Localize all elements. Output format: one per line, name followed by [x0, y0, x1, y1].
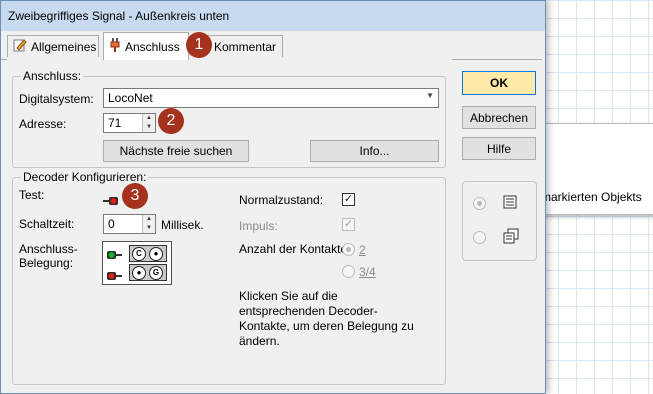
info-button-label: Info... [359, 144, 390, 158]
help-button-label: Hilfe [486, 141, 511, 156]
ok-button[interactable]: OK [462, 71, 536, 95]
digital-system-label: Digitalsystem: [19, 92, 94, 106]
normal-state-label: Normalzustand: [239, 193, 324, 207]
next-free-button[interactable]: Nächste freie suchen [103, 140, 249, 162]
annotation-badge-3: 3 [122, 183, 148, 209]
cancel-button-label: Abbrechen [469, 110, 529, 125]
help-button[interactable]: Hilfe [462, 137, 536, 160]
contacts-option-2-label: 2 [359, 243, 366, 257]
view-mode-radio-list[interactable] [473, 197, 486, 210]
signal-dialog: Zweibegriffiges Signal - Außenkreis unte… [0, 0, 546, 394]
impulse-label: Impuls: [239, 219, 278, 233]
switch-time-label: Schaltzeit: [19, 217, 75, 231]
switch-time-value: 0 [108, 217, 115, 231]
address-value: 71 [108, 116, 122, 130]
pencil-paper-icon [13, 38, 27, 55]
view-mode-radio-copy[interactable] [473, 231, 486, 244]
list-icon [503, 195, 517, 212]
contact-terminal-icon: ● [132, 266, 146, 280]
green-signal-icon [106, 248, 122, 262]
background-popup: markierten Objekts [540, 123, 653, 215]
tab-panel-anschluss: Anschluss: Digitalsystem: LocoNet ▼ Adre… [7, 59, 452, 389]
ok-button-label: OK [490, 76, 508, 90]
decoder-contact-top[interactable]: C ● [129, 245, 167, 262]
assignment-label-line1: Anschluss- [19, 242, 78, 256]
decoder-contact-bottom[interactable]: ● G [129, 264, 167, 281]
contacts-option-3-4-label: 3/4 [359, 265, 376, 279]
background-popup-text: markierten Objekts [541, 190, 642, 204]
test-signal-icon[interactable] [103, 194, 121, 208]
decoder-group-label: Decoder Konfigurieren: [21, 170, 149, 184]
contacts-radio-3-4[interactable] [342, 265, 355, 278]
tab-kommentar-label: Kommentar [214, 39, 277, 54]
contacts-label: Anzahl der Kontakte: [239, 242, 351, 256]
title-bar[interactable]: Zweibegriffiges Signal - Außenkreis unte… [1, 1, 545, 31]
impulse-checkbox[interactable]: ✓ [342, 218, 355, 231]
view-mode-box [462, 181, 537, 261]
address-spin-buttons[interactable]: ▲ ▼ [142, 114, 155, 132]
switch-time-unit: Millisek. [161, 218, 204, 232]
address-label: Adresse: [19, 117, 67, 131]
info-button[interactable]: Info... [310, 140, 439, 162]
tab-kommentar[interactable]: Kommentar [201, 35, 283, 57]
annotation-badge-1: 1 [186, 32, 212, 58]
copy-pages-icon [503, 228, 519, 247]
spin-down-icon[interactable]: ▼ [143, 224, 155, 233]
digital-system-value: LocoNet [108, 91, 153, 105]
dialog-title: Zweibegriffiges Signal - Außenkreis unte… [8, 9, 230, 23]
tab-anschluss-label: Anschluss [125, 39, 180, 54]
annotation-badge-2: 2 [158, 108, 184, 134]
digital-system-select[interactable]: LocoNet ▼ [103, 88, 439, 108]
spin-up-icon[interactable]: ▲ [143, 114, 155, 123]
spin-down-icon[interactable]: ▼ [143, 123, 155, 132]
contacts-radio-2[interactable] [342, 243, 355, 256]
contact-c-letter: C [132, 247, 146, 261]
address-stepper[interactable]: 71 ▲ ▼ [103, 113, 156, 133]
red-signal-icon [106, 269, 122, 283]
tab-strip: Allgemeines Anschluss Kommentar [7, 32, 542, 60]
switch-time-spin-buttons[interactable]: ▲ ▼ [142, 215, 155, 233]
contact-g-letter: G [149, 266, 163, 280]
chevron-down-icon: ▼ [426, 91, 434, 100]
next-free-button-label: Nächste freie suchen [119, 144, 233, 158]
normal-state-checkbox[interactable]: ✓ [342, 193, 355, 206]
switch-time-stepper[interactable]: 0 ▲ ▼ [103, 214, 156, 234]
assignment-diagram[interactable]: C ● ● G [102, 241, 172, 285]
spin-up-icon[interactable]: ▲ [143, 215, 155, 224]
decoder-group: Decoder Konfigurieren: [12, 170, 446, 385]
tab-allgemeines[interactable]: Allgemeines [7, 35, 99, 57]
plug-icon [109, 37, 121, 56]
assignment-label-line2: Belegung: [19, 256, 74, 270]
hint-text: Klicken Sie auf die entsprechenden Decod… [239, 289, 414, 348]
connection-group-label: Anschluss: [21, 69, 84, 83]
tab-anschluss[interactable]: Anschluss [103, 32, 189, 60]
contact-terminal-icon: ● [149, 247, 163, 261]
test-label: Test: [19, 188, 45, 202]
tab-allgemeines-label: Allgemeines [31, 39, 97, 54]
cancel-button[interactable]: Abbrechen [462, 106, 536, 129]
